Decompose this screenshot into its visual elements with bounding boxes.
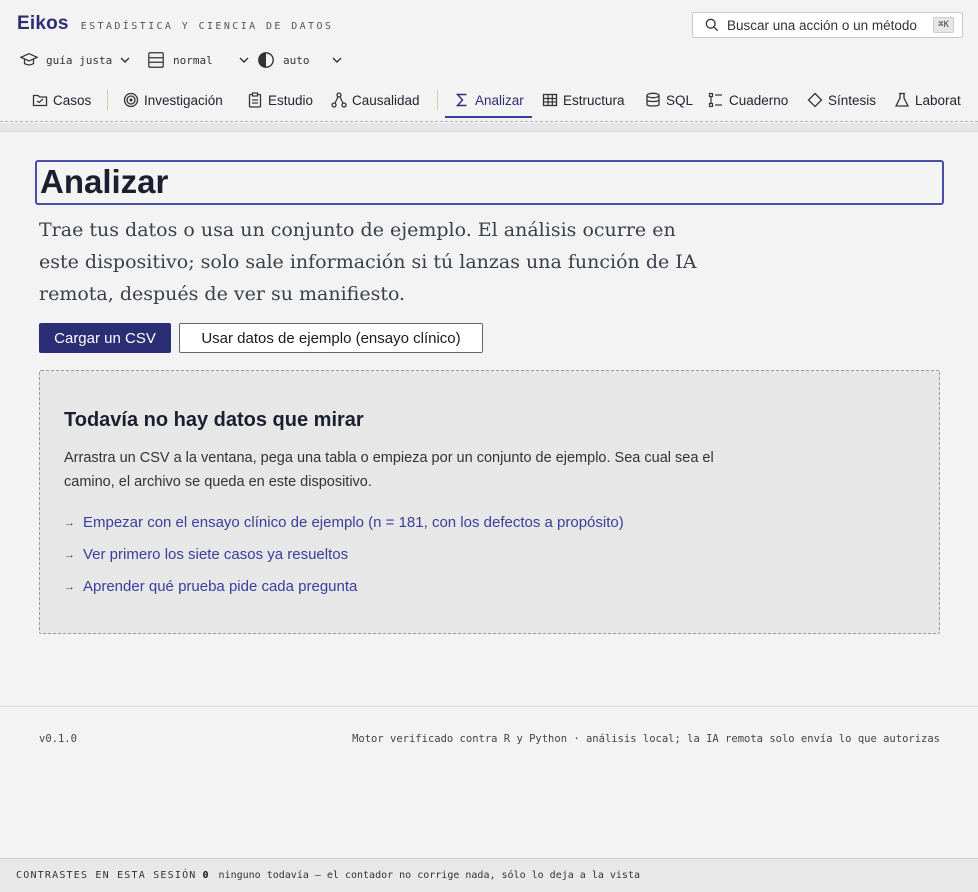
page-title: Analizar — [40, 163, 169, 200]
tab-sql[interactable]: SQL — [645, 82, 693, 118]
graduation-cap-icon — [20, 53, 38, 66]
search-icon — [705, 18, 719, 32]
tab-analizar[interactable]: Analizar — [445, 82, 532, 118]
link-learn-tests[interactable]: → Aprender qué prueba pide cada pregunta — [64, 578, 357, 595]
tab-label: Analizar — [475, 92, 524, 108]
tab-label: Causalidad — [352, 92, 420, 108]
nav-divider — [107, 90, 108, 110]
tab-casos[interactable]: Casos — [32, 82, 91, 118]
shortcut-badge: ⌘K — [933, 17, 954, 33]
tab-cuaderno[interactable]: Cuaderno — [708, 82, 788, 118]
empty-state-body: Arrastra un CSV a la ventana, pega una t… — [64, 450, 714, 490]
main-nav: Casos Investigación Estudio Causalidad A… — [0, 82, 978, 118]
engine-note: Motor verificado contra R y Python · aná… — [352, 733, 940, 745]
link-label: Aprender qué prueba pide cada pregunta — [83, 578, 358, 595]
theme-select[interactable]: auto — [257, 51, 342, 69]
notebook-icon — [708, 92, 722, 108]
use-sample-data-button[interactable]: Usar datos de ejemplo (ensayo clínico) — [179, 323, 483, 353]
link-solved-cases[interactable]: → Ver primero los siete casos ya resuelt… — [64, 546, 348, 563]
contrast-icon — [258, 52, 274, 68]
theme-value: auto — [283, 53, 310, 67]
page-intro: Trae tus datos o usa un conjunto de ejem… — [39, 219, 697, 305]
header-band — [0, 123, 978, 132]
footer-divider — [0, 706, 978, 707]
arrow-right-icon: → — [64, 580, 75, 593]
guidance-value: guía justa — [46, 53, 113, 67]
empty-state-title: Todavía no hay datos que mirar — [64, 409, 364, 431]
list-icon — [148, 52, 164, 68]
arrow-right-icon: → — [64, 548, 75, 561]
status-bar: CONTRASTES EN ESTA SESIÓN 0 ninguno toda… — [0, 858, 978, 892]
flask-icon — [894, 92, 910, 107]
tab-label: Síntesis — [828, 92, 877, 108]
table-icon — [542, 93, 558, 107]
arrow-right-icon: → — [64, 516, 75, 529]
tab-label: Estructura — [563, 92, 625, 108]
tab-causalidad[interactable]: Causalidad — [331, 82, 420, 118]
preferences-bar: guía justa normal auto — [20, 50, 342, 70]
link-label: Empezar con el ensayo clínico de ejemplo… — [83, 514, 624, 531]
clipboard-icon — [248, 92, 262, 108]
folder-icon — [32, 94, 48, 107]
tab-estructura[interactable]: Estructura — [542, 82, 625, 118]
density-value: normal — [173, 53, 213, 67]
header-divider — [0, 121, 978, 122]
tab-label: Laborat — [915, 92, 961, 108]
search-placeholder: Buscar una acción o un método — [727, 17, 917, 33]
link-sample-trial[interactable]: → Empezar con el ensayo clínico de ejemp… — [64, 514, 624, 531]
tab-estudio[interactable]: Estudio — [247, 82, 313, 118]
density-select[interactable]: normal — [147, 51, 257, 69]
nav-divider — [437, 90, 438, 110]
tab-investigacion[interactable]: Investigación — [123, 82, 223, 118]
graph-icon — [331, 92, 347, 108]
target-icon — [123, 92, 139, 108]
diamond-icon — [807, 92, 823, 108]
page-title-box[interactable]: Analizar — [35, 160, 944, 205]
chevron-down-icon — [239, 57, 249, 63]
chevron-down-icon — [120, 57, 130, 63]
tab-laboratorio[interactable]: Laborat — [894, 82, 961, 118]
contrast-counter-note: ninguno todavía — el contador no corrige… — [218, 870, 640, 881]
chevron-down-icon — [332, 57, 341, 63]
tab-label: Casos — [53, 92, 92, 108]
version-label: v0.1.0 — [39, 733, 77, 745]
app-header: Eikos ESTADÍSTICA Y CIENCIA DE DATOS Bus… — [0, 0, 978, 122]
search-input[interactable]: Buscar una acción o un método ⌘K — [692, 12, 963, 38]
sigma-icon — [455, 93, 467, 107]
guidance-select[interactable]: guía justa — [20, 51, 147, 69]
contrast-counter-value: 0 — [202, 870, 209, 881]
contrast-counter-label: CONTRASTES EN ESTA SESIÓN — [16, 870, 197, 881]
brand: Eikos ESTADÍSTICA Y CIENCIA DE DATOS — [17, 13, 333, 35]
app-name[interactable]: Eikos — [17, 13, 69, 35]
link-label: Ver primero los siete casos ya resueltos — [83, 546, 349, 563]
tab-sintesis[interactable]: Síntesis — [807, 82, 876, 118]
tab-label: SQL — [666, 92, 694, 108]
empty-state-dropzone[interactable]: Todavía no hay datos que mirar Arrastra … — [39, 370, 940, 634]
tab-label: Investigación — [144, 92, 223, 108]
upload-csv-button[interactable]: Cargar un CSV — [39, 323, 171, 353]
app-tagline: ESTADÍSTICA Y CIENCIA DE DATOS — [80, 21, 334, 32]
tab-label: Cuaderno — [729, 92, 789, 108]
database-icon — [646, 92, 660, 107]
tab-label: Estudio — [268, 92, 314, 108]
